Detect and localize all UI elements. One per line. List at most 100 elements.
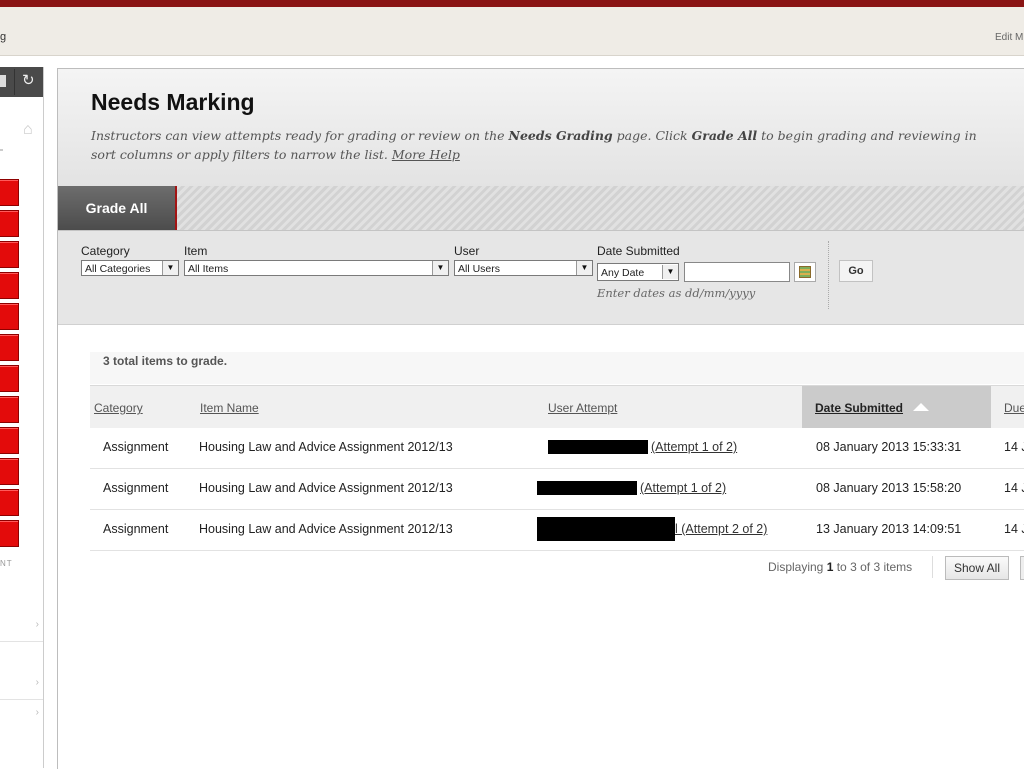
redacted-user-name (537, 481, 637, 495)
redacted-user-name (548, 440, 648, 454)
category-select[interactable]: All Categories ▼ (81, 260, 179, 276)
control-panel-item[interactable]: › (0, 699, 43, 729)
column-header-date-submitted[interactable]: Date Submitted (802, 386, 991, 429)
paging-divider (932, 556, 933, 578)
user-select-value: All Users (458, 263, 501, 275)
calendar-button[interactable] (794, 262, 816, 282)
table-row: Assignment Housing Law and Advice Assign… (90, 510, 1024, 551)
user-select[interactable]: All Users ▼ (454, 260, 593, 276)
cell-due-date: 14 J (1004, 522, 1024, 536)
chevron-right-icon: › (35, 619, 39, 630)
course-menu: ↻ ⌂ NT › › › (0, 67, 44, 768)
category-filter-label: Category (81, 244, 130, 258)
item-filter-label: Item (184, 244, 208, 258)
cell-due-date: 14 J (1004, 440, 1024, 454)
paging-text: Displaying (768, 560, 827, 574)
instructions-text: sort columns or apply filters to narrow … (91, 147, 392, 162)
column-header-due-date[interactable]: Due (1004, 401, 1024, 415)
breadcrumb-bar: g Edit M (0, 7, 1024, 56)
filter-divider (828, 241, 830, 309)
paging-info: Displaying 1 to 3 of 3 items (768, 560, 912, 574)
course-menu-button[interactable] (0, 396, 19, 423)
control-panel-item[interactable]: › (0, 669, 43, 700)
content-area: Needs Marking Instructors can view attem… (57, 68, 1024, 769)
course-menu-button[interactable] (0, 210, 19, 237)
grade-all-button[interactable]: Grade All (58, 186, 177, 230)
calendar-icon (799, 266, 811, 278)
column-header-category[interactable]: Category (94, 401, 143, 415)
date-format-hint: Enter dates as dd/mm/yyyy (597, 286, 756, 300)
cell-due-date: 14 J (1004, 481, 1024, 495)
refresh-icon[interactable]: ↻ (22, 73, 35, 89)
home-icon[interactable]: ⌂ (23, 121, 33, 139)
sort-ascending-icon (913, 403, 929, 411)
cell-category: Assignment (103, 522, 169, 536)
course-menu-button[interactable] (0, 520, 19, 547)
chevron-right-icon: › (35, 677, 39, 688)
dropdown-arrow-icon[interactable]: ▼ (162, 261, 178, 275)
action-bar: Grade All (58, 186, 1024, 231)
cell-date-submitted: 08 January 2013 15:58:20 (816, 481, 962, 495)
dropdown-arrow-icon[interactable]: ▼ (576, 261, 592, 275)
column-header-item-name[interactable]: Item Name (200, 401, 259, 415)
attempt-link[interactable]: (Attempt 1 of 2) (640, 481, 726, 495)
brand-top-bar (0, 0, 1024, 7)
show-all-button[interactable]: Show All (945, 556, 1009, 580)
column-header-user-attempt[interactable]: User Attempt (548, 401, 617, 415)
cell-category: Assignment (103, 440, 169, 454)
instructions-emphasis: Needs Grading (508, 128, 613, 143)
toolbar-divider (14, 69, 15, 95)
date-submitted-label[interactable]: Date Submitted (815, 401, 903, 415)
attempt-link[interactable]: l (Attempt 2 of 2) (675, 522, 767, 536)
dropdown-arrow-icon[interactable]: ▼ (432, 261, 448, 275)
control-panel-item[interactable]: › (0, 611, 43, 642)
date-operator-value: Any Date (601, 267, 645, 279)
course-menu-button[interactable] (0, 334, 19, 361)
date-filter-label: Date Submitted (597, 244, 680, 258)
cell-date-submitted: 13 January 2013 14:09:51 (816, 522, 962, 536)
total-items-text: 3 total items to grade. (103, 354, 228, 368)
course-menu-buttons (0, 179, 19, 551)
instructions-text: to begin grading and reviewing in (757, 128, 977, 143)
cell-item-name: Housing Law and Advice Assignment 2012/1… (199, 481, 453, 495)
table-row: Assignment Housing Law and Advice Assign… (90, 469, 1024, 510)
date-input[interactable] (684, 262, 790, 282)
edit-paging-button[interactable] (1020, 556, 1024, 580)
redacted-user-name (537, 517, 675, 541)
cell-item-name: Housing Law and Advice Assignment 2012/1… (199, 440, 453, 454)
collapse-icon[interactable] (0, 75, 6, 87)
menu-marker (0, 149, 3, 151)
paging-to: 3 (850, 560, 857, 574)
cell-date-submitted: 08 January 2013 15:33:31 (816, 440, 962, 454)
item-select-value: All Items (188, 263, 229, 275)
cell-category: Assignment (103, 481, 169, 495)
edit-mode-toggle[interactable]: Edit M (995, 32, 1023, 43)
course-menu-button[interactable] (0, 303, 19, 330)
instructions-emphasis: Grade All (691, 128, 758, 143)
course-menu-button[interactable] (0, 179, 19, 206)
cell-item-name: Housing Law and Advice Assignment 2012/1… (199, 522, 453, 536)
course-menu-button[interactable] (0, 458, 19, 485)
dropdown-arrow-icon[interactable]: ▼ (662, 265, 678, 279)
course-menu-button[interactable] (0, 241, 19, 268)
attempt-link[interactable]: (Attempt 1 of 2) (651, 440, 737, 454)
more-help-link[interactable]: More Help (392, 147, 460, 162)
course-menu-button[interactable] (0, 272, 19, 299)
course-menu-toolbar: ↻ (0, 67, 43, 97)
date-operator-select[interactable]: Any Date ▼ (597, 263, 679, 281)
items-summary: 3 total items to grade. (90, 352, 1024, 384)
page-header: Needs Marking Instructors can view attem… (58, 69, 1024, 186)
breadcrumb[interactable]: g (0, 31, 6, 43)
instructions-text: Instructors can view attempts ready for … (91, 128, 509, 143)
menu-section-label: NT (0, 559, 13, 568)
filter-bar: Category All Categories ▼ Item All Items… (58, 231, 1024, 325)
course-menu-button[interactable] (0, 427, 19, 454)
category-select-value: All Categories (85, 263, 151, 275)
item-select[interactable]: All Items ▼ (184, 260, 449, 276)
go-button[interactable]: Go (839, 260, 873, 282)
page-instructions: Instructors can view attempts ready for … (91, 126, 1024, 164)
course-menu-button[interactable] (0, 489, 19, 516)
user-filter-label: User (454, 244, 480, 258)
table-row: Assignment Housing Law and Advice Assign… (90, 428, 1024, 469)
course-menu-button[interactable] (0, 365, 19, 392)
